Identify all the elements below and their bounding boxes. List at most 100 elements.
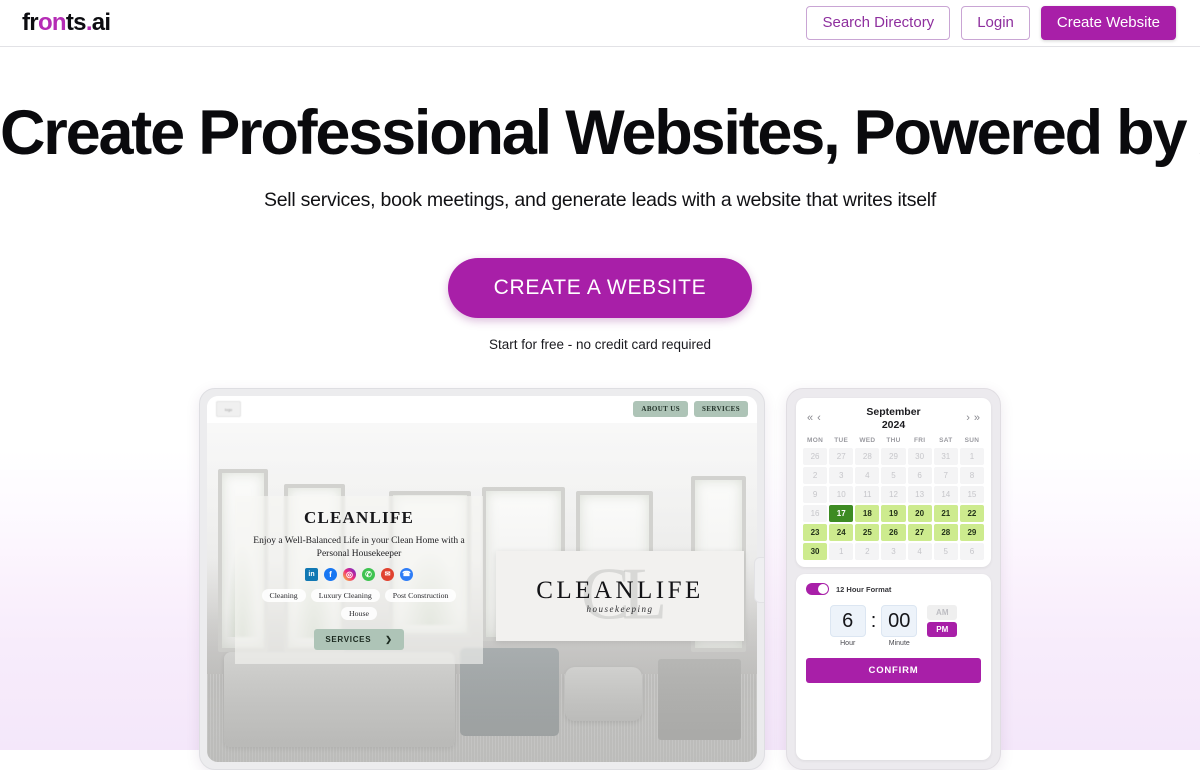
whatsapp-icon[interactable]: ✆ (362, 568, 375, 582)
logo-card-subtitle: housekeeping (586, 603, 654, 614)
calendar-day[interactable]: 24 (829, 524, 854, 542)
calendar-day: 4 (907, 543, 932, 561)
calendar-day[interactable]: 18 (855, 505, 880, 523)
calendar-weekday: FRI (913, 437, 926, 445)
time-format-row: 12 Hour Format (806, 583, 981, 596)
calendar-day: 30 (907, 448, 932, 466)
create-website-button[interactable]: Create Website (1040, 6, 1176, 40)
preview-services-label: SERVICES (325, 635, 372, 645)
calendar-day: 6 (959, 543, 984, 561)
pm-button[interactable]: PM (927, 622, 958, 638)
calendar-day: 29 (881, 448, 906, 466)
service-tag[interactable]: House (341, 607, 377, 621)
instagram-icon[interactable]: ◎ (343, 568, 356, 582)
sofa-shape (223, 651, 455, 748)
calendar-day[interactable]: 19 (881, 505, 906, 523)
preview-services-button[interactable]: SERVICES ❯ (314, 629, 404, 651)
preview-hero-card: CLEANLIFE Enjoy a Well-Balanced Life in … (235, 495, 483, 665)
service-tag[interactable]: Luxury Cleaning (310, 589, 380, 603)
calendar-day[interactable]: 29 (959, 524, 984, 542)
preview-nav-services[interactable]: SERVICES (694, 401, 748, 418)
calendar-weekday: TUE (834, 437, 849, 445)
calendar-day: 14 (933, 486, 958, 504)
minute-label: Minute (888, 640, 910, 648)
service-tag[interactable]: Cleaning (261, 589, 306, 603)
calendar-grid: MON TUE WED THU FRI SAT SUN 26 27 28 29 30 31 1 2 3 4 5 6 7… (803, 437, 984, 561)
calendar-day: 31 (933, 448, 958, 466)
calendar-prev-button[interactable]: ‹ (815, 413, 823, 424)
time-colon: : (870, 610, 877, 633)
preview-business-name: CLEANLIFE (304, 507, 414, 527)
calendar-header: « ‹ September 2024 › » (803, 406, 984, 437)
phone-icon[interactable]: ☎ (400, 568, 413, 582)
minute-input[interactable]: 00 (881, 605, 918, 638)
chevron-right-icon: ❯ (385, 635, 393, 645)
preview-scroll-handle[interactable] (754, 556, 764, 603)
calendar-year: 2024 (881, 418, 906, 431)
calendar-day[interactable]: 20 (907, 505, 932, 523)
calendar-next-button[interactable]: › (964, 413, 972, 424)
calendar-day: 2 (803, 467, 828, 485)
hour-unit: 6 Hour (829, 605, 866, 647)
calendar-day[interactable]: 25 (855, 524, 880, 542)
calendar-day[interactable]: 21 (933, 505, 958, 523)
service-tag[interactable]: Post Construction (384, 589, 457, 603)
am-button[interactable]: AM (927, 605, 958, 621)
calendar-day: 28 (855, 448, 880, 466)
site-header: fronts.ai Search Directory Login Create … (0, 0, 1200, 47)
calendar-day: 3 (881, 543, 906, 561)
confirm-button[interactable]: CONFIRM (806, 658, 981, 684)
calendar-card: « ‹ September 2024 › » MON TUE WED THU FRI SA… (796, 397, 991, 568)
calendar-day[interactable]: 23 (803, 524, 828, 542)
preview-nav-about-us[interactable]: ABOUT US (633, 401, 689, 418)
calendar-day: 4 (855, 467, 880, 485)
preview-navbar: logo ABOUT US SERVICES (207, 395, 757, 423)
preview-logo-card: CL CLEANLIFE housekeeping (496, 550, 744, 641)
calendar-day: 1 (959, 448, 984, 466)
calendar-day: 12 (881, 486, 906, 504)
brand-logo[interactable]: fronts.ai (22, 9, 111, 36)
preview-social-row: in f ◎ ✆ ✉ ☎ (245, 568, 473, 582)
email-icon[interactable]: ✉ (381, 568, 394, 582)
calendar-day[interactable]: 26 (881, 524, 906, 542)
calendar-day: 16 (803, 505, 828, 523)
12-hour-format-toggle[interactable] (806, 583, 829, 596)
calendar-day: 5 (881, 467, 906, 485)
hour-input[interactable]: 6 (829, 605, 866, 638)
calendar-day[interactable]: 28 (933, 524, 958, 542)
calendar-day: 5 (933, 543, 958, 561)
calendar-day: 8 (959, 467, 984, 485)
time-inputs-row: 6 Hour : 00 Minute AM PM (806, 605, 981, 647)
floor-band (207, 673, 757, 762)
pillow-shape (564, 666, 642, 722)
create-a-website-button[interactable]: CREATE A WEBSITE (447, 257, 753, 318)
calendar-day[interactable]: 30 (803, 543, 828, 561)
cta-note: Start for free - no credit card required (488, 336, 712, 352)
calendar-day: 27 (829, 448, 854, 466)
calendar-day: 7 (933, 467, 958, 485)
calendar-day: 9 (803, 486, 828, 504)
preview-nav-buttons: ABOUT US SERVICES (633, 401, 748, 418)
calendar-day: 15 (959, 486, 984, 504)
hero-cta-wrap: CREATE A WEBSITE Start for free - no cre… (0, 257, 1200, 352)
logo-part-accent: on (37, 9, 67, 36)
calendar-day-selected[interactable]: 17 (829, 505, 854, 523)
facebook-icon[interactable]: f (324, 568, 337, 582)
logo-card-name: CLEANLIFE (536, 576, 704, 604)
calendar-weekday: WED (859, 437, 876, 445)
website-preview-frame: logo ABOUT US SERVICES CLEANLIFE Enjoy a… (199, 387, 765, 770)
calendar-day: 6 (907, 467, 932, 485)
booking-panel: « ‹ September 2024 › » MON TUE WED THU FRI SA… (786, 387, 1001, 770)
search-directory-button[interactable]: Search Directory (806, 6, 951, 40)
calendar-day[interactable]: 27 (907, 524, 932, 542)
calendar-first-button[interactable]: « (805, 413, 815, 424)
calendar-day[interactable]: 22 (959, 505, 984, 523)
logo-card-inner: CLEANLIFE housekeeping (536, 578, 704, 614)
login-button[interactable]: Login (961, 6, 1030, 40)
page-title: Create Professional Websites, Powered by… (0, 98, 1200, 168)
preview-tagline: Enjoy a Well-Balanced Life in your Clean… (253, 535, 465, 559)
calendar-title: September 2024 (823, 406, 964, 432)
calendar-last-button[interactable]: » (972, 413, 982, 424)
linkedin-icon[interactable]: in (305, 568, 318, 582)
preview-service-tags: Cleaning Luxury Cleaning Post Constructi… (245, 589, 473, 621)
